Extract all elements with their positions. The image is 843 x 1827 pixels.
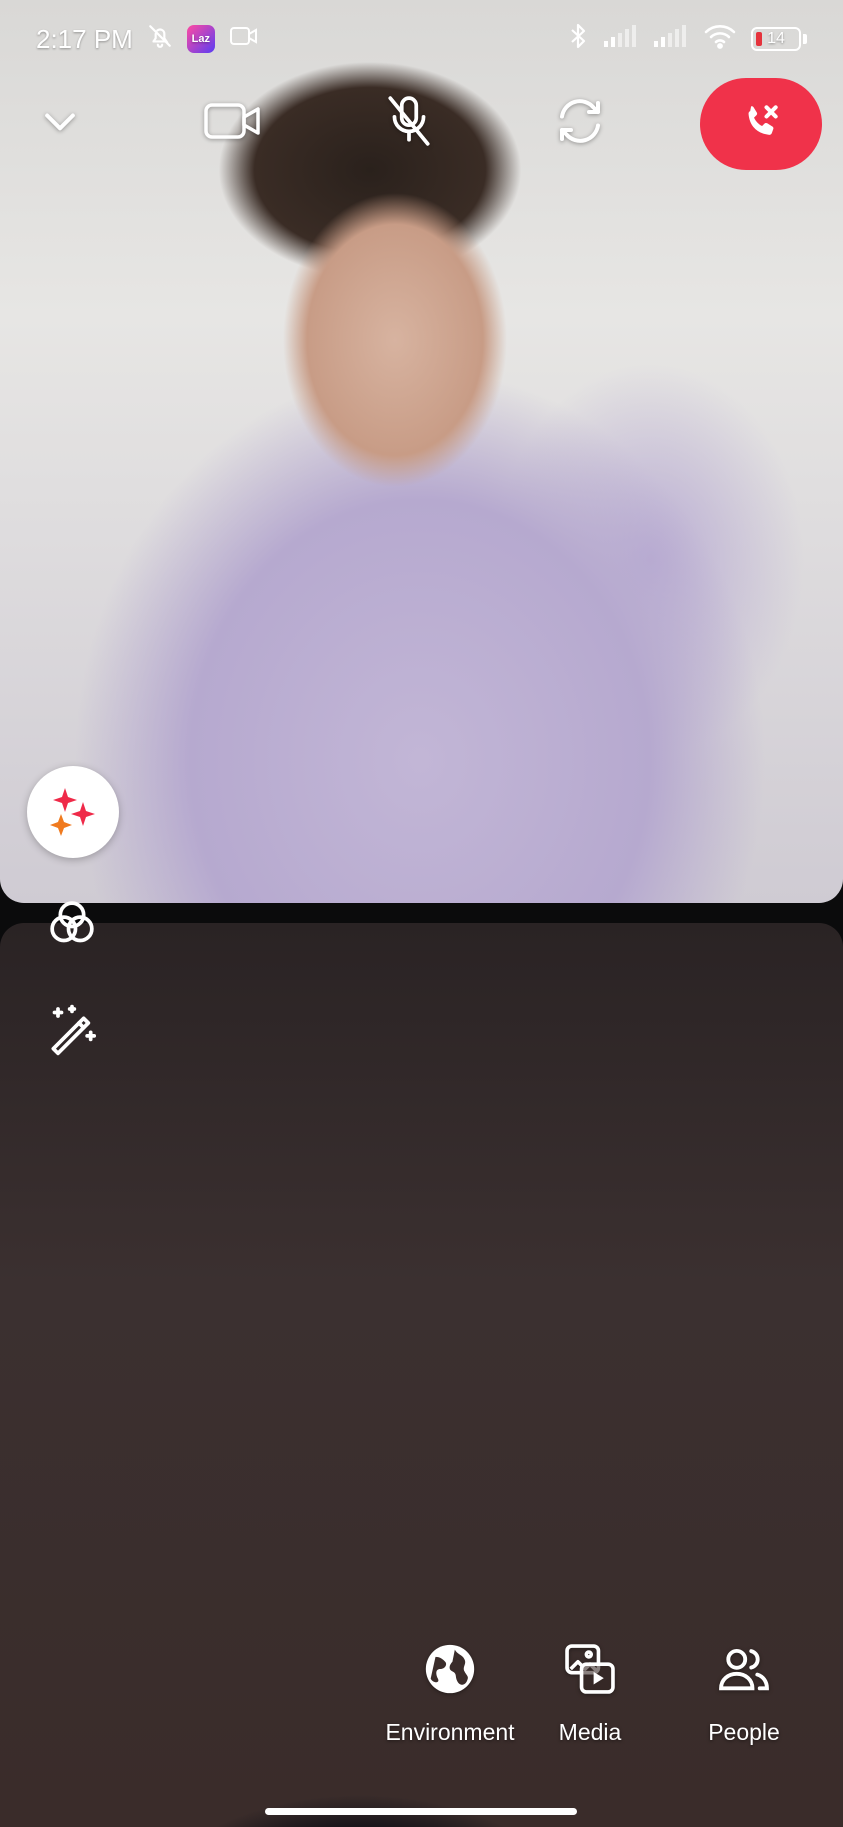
sparkles-icon bbox=[45, 782, 101, 843]
media-label: Media bbox=[558, 1719, 622, 1745]
call-bottom-menu: Environment Media People bbox=[380, 1640, 810, 1760]
wifi-icon bbox=[703, 23, 737, 56]
chevron-down-icon bbox=[38, 99, 82, 148]
magic-wand-icon bbox=[44, 1002, 100, 1063]
battery-level: 14 bbox=[767, 30, 785, 47]
app-badge-icon: Laz bbox=[186, 25, 215, 53]
end-call-button[interactable] bbox=[700, 78, 822, 170]
people-icon bbox=[715, 1640, 773, 1703]
flip-camera-button[interactable] bbox=[545, 88, 615, 158]
mic-off-icon bbox=[384, 94, 434, 153]
home-indicator[interactable] bbox=[265, 1808, 577, 1815]
flip-camera-icon bbox=[553, 94, 607, 153]
video-camera-icon bbox=[203, 99, 263, 148]
people-label: People bbox=[708, 1719, 780, 1745]
status-left: 2:17 PM Laz bbox=[36, 23, 259, 56]
battery-fill bbox=[756, 32, 762, 46]
environment-label: Environment bbox=[385, 1719, 515, 1745]
screen-record-icon bbox=[229, 24, 259, 55]
battery-icon: 14 bbox=[751, 27, 807, 51]
battery-body: 14 bbox=[751, 27, 801, 51]
end-call-icon bbox=[739, 100, 783, 149]
toggle-video-button[interactable] bbox=[198, 88, 268, 158]
signal-icon bbox=[603, 24, 639, 55]
status-bar: 2:17 PM Laz 14 bbox=[0, 0, 843, 78]
status-time: 2:17 PM bbox=[36, 23, 133, 54]
touch-up-button[interactable] bbox=[40, 1000, 104, 1064]
call-controls bbox=[0, 78, 843, 170]
toggle-mic-button[interactable] bbox=[374, 88, 444, 158]
signal-icon bbox=[653, 24, 689, 55]
media-button[interactable]: Media bbox=[558, 1640, 622, 1746]
environment-button[interactable]: Environment bbox=[380, 1640, 520, 1746]
globe-icon bbox=[421, 1640, 479, 1703]
media-icon bbox=[561, 1640, 619, 1703]
minimize-call-button[interactable] bbox=[25, 88, 95, 158]
bell-off-icon bbox=[147, 23, 173, 56]
status-right: 14 bbox=[567, 22, 807, 57]
filters-button[interactable] bbox=[40, 893, 104, 957]
people-button[interactable]: People bbox=[694, 1640, 794, 1746]
bluetooth-icon bbox=[567, 22, 589, 57]
battery-tip bbox=[803, 34, 807, 44]
effects-button[interactable] bbox=[27, 766, 119, 858]
filters-icon bbox=[44, 895, 100, 956]
